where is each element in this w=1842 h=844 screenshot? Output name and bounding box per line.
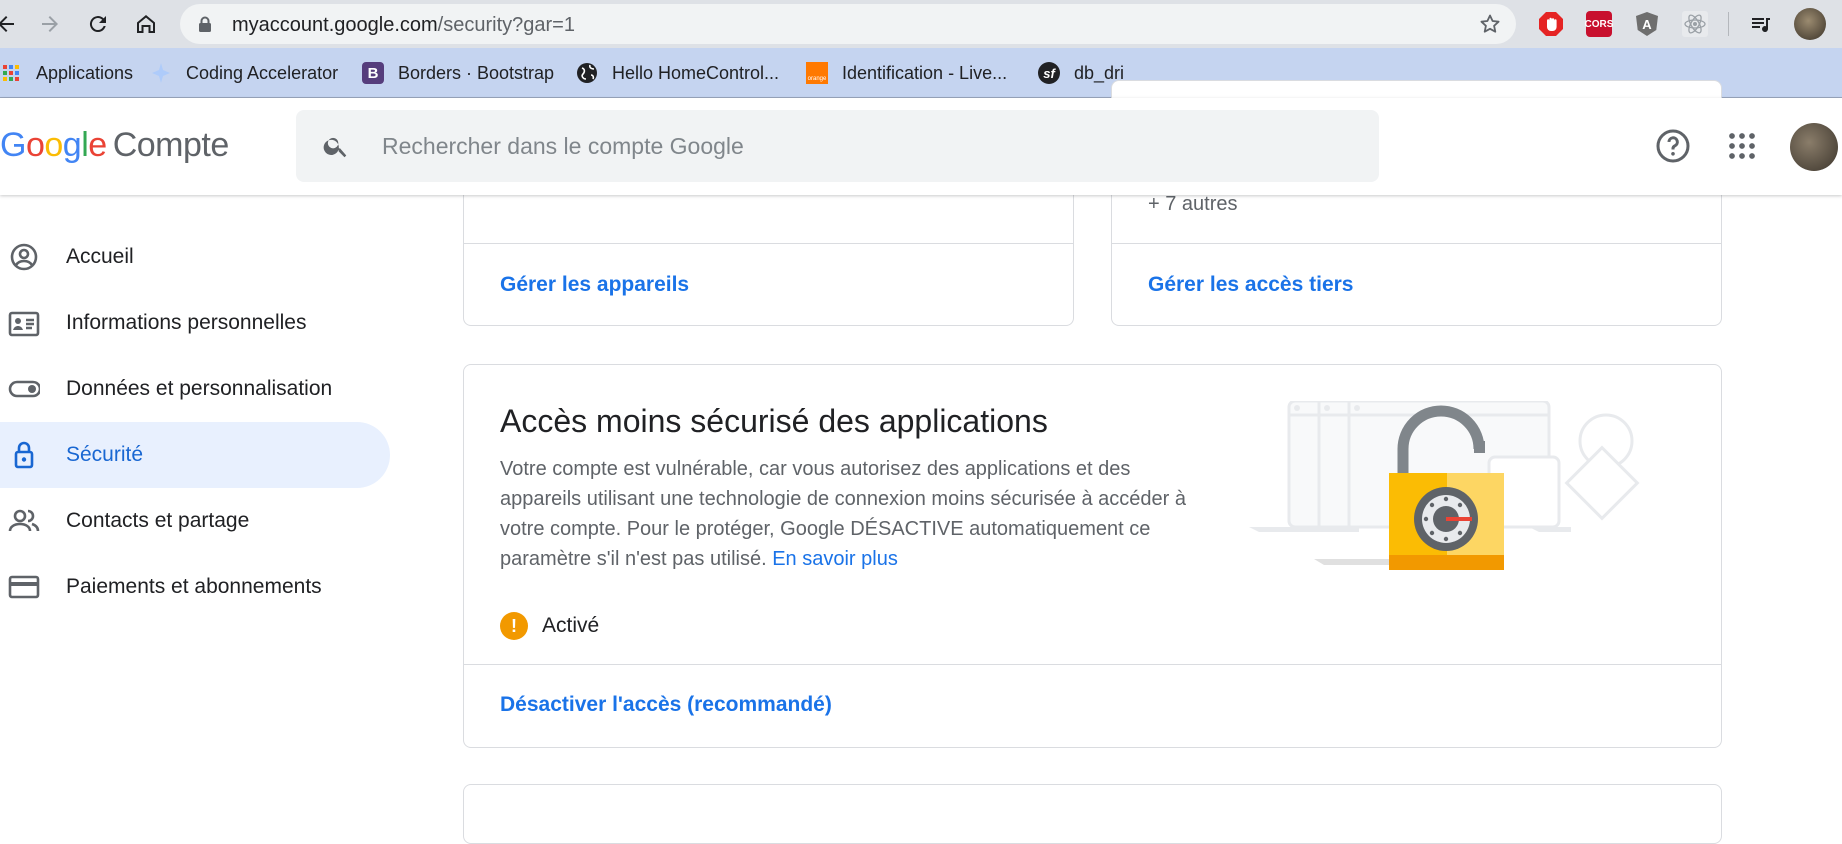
sidebar-item-contacts-partage[interactable]: Contacts et partage bbox=[0, 488, 390, 554]
bookmark-label: Identification - Live... bbox=[842, 62, 1008, 83]
url-text: myaccount.google.com/security?gar=1 bbox=[232, 14, 575, 37]
bookmark-bootstrap[interactable]: B Borders · Bootstrap bbox=[362, 60, 554, 86]
sidebar-item-paiements-abonnements[interactable]: Paiements et abonnements bbox=[0, 554, 390, 620]
bootstrap-icon: B bbox=[362, 62, 384, 84]
toggle-icon bbox=[8, 380, 40, 398]
next-card bbox=[463, 784, 1722, 844]
card-description: Votre compte est vulnérable, car vous au… bbox=[500, 454, 1190, 574]
disable-access-button[interactable]: Désactiver l'accès (recommandé) bbox=[500, 693, 832, 717]
apps-grid-icon bbox=[0, 62, 22, 84]
credit-card-icon bbox=[8, 575, 40, 599]
id-card-icon bbox=[8, 311, 40, 337]
sparkle-icon bbox=[150, 62, 172, 84]
status-label: Activé bbox=[542, 614, 600, 637]
bookmark-coding-accelerator[interactable]: Coding Accelerator bbox=[150, 60, 338, 86]
warning-icon: ! bbox=[500, 612, 528, 640]
account-header: Google Compte bbox=[0, 98, 1842, 195]
browser-profile-avatar[interactable] bbox=[1794, 8, 1826, 40]
unlocked-padlock-illustration bbox=[1249, 401, 1640, 570]
media-queue-icon[interactable] bbox=[1748, 11, 1774, 37]
sidebar-item-accueil[interactable]: Accueil bbox=[0, 224, 390, 290]
less-secure-apps-card: Accès moins sécurisé des applications Vo… bbox=[463, 364, 1722, 748]
help-icon[interactable] bbox=[1655, 128, 1691, 164]
bookmark-label: Hello HomeControl... bbox=[612, 62, 780, 83]
url-host: myaccount.google.com bbox=[232, 14, 438, 36]
browser-toolbar: myaccount.google.com/security?gar=1 CORS… bbox=[0, 0, 1842, 48]
learn-more-link[interactable]: En savoir plus bbox=[772, 548, 898, 570]
arrow-back-icon bbox=[0, 16, 14, 32]
logo-product-name: Compte bbox=[112, 126, 230, 164]
account-search-box[interactable] bbox=[296, 110, 1379, 182]
back-button[interactable] bbox=[0, 8, 22, 40]
search-input[interactable] bbox=[382, 110, 1342, 182]
manage-devices-link[interactable]: Gérer les appareils bbox=[500, 273, 689, 297]
card-divider bbox=[464, 664, 1721, 665]
sidebar-item-label: Informations personnelles bbox=[66, 311, 307, 334]
toolbar-separator bbox=[1728, 12, 1729, 36]
bookmark-homecontrol[interactable]: Hello HomeControl... bbox=[576, 60, 779, 86]
sidebar-item-label: Sécurité bbox=[66, 443, 144, 466]
cors-extension-icon[interactable]: CORS bbox=[1585, 11, 1613, 37]
sidebar-item-informations-personnelles[interactable]: Informations personnelles bbox=[0, 290, 390, 356]
url-path: /security?gar=1 bbox=[437, 14, 575, 36]
lock-icon bbox=[199, 16, 211, 32]
arrow-forward-icon bbox=[42, 16, 58, 32]
react-extension-icon[interactable] bbox=[1682, 11, 1708, 37]
symfony-icon: sf bbox=[1038, 62, 1060, 84]
bookmark-identification[interactable]: orange Identification - Live... bbox=[806, 60, 1007, 86]
search-icon[interactable] bbox=[322, 132, 350, 160]
adblock-extension-icon[interactable] bbox=[1538, 11, 1564, 37]
manage-third-party-access-link[interactable]: Gérer les accès tiers bbox=[1148, 273, 1354, 297]
reload-button[interactable] bbox=[82, 8, 114, 40]
account-circle-icon bbox=[10, 243, 38, 271]
sidebar-item-label: Accueil bbox=[66, 245, 134, 268]
sidebar-item-label: Contacts et partage bbox=[66, 509, 250, 532]
globe-icon bbox=[576, 62, 598, 84]
people-icon bbox=[8, 509, 40, 532]
bookmark-star-icon[interactable] bbox=[1478, 12, 1502, 36]
google-account-logo[interactable]: Google Compte bbox=[0, 126, 229, 165]
third-party-more-count: + 7 autres bbox=[1148, 193, 1238, 215]
access-status: ! Activé bbox=[500, 611, 599, 641]
bookmark-label: Borders · Bootstrap bbox=[398, 62, 555, 83]
bookmark-applications[interactable]: Applications bbox=[0, 60, 133, 86]
bookmark-label: Coding Accelerator bbox=[186, 62, 339, 83]
bookmark-db-dri[interactable]: sf db_dri bbox=[1038, 60, 1124, 86]
svg-text:A: A bbox=[1642, 17, 1652, 32]
sidebar-item-donnees-personnalisation[interactable]: Données et personnalisation bbox=[0, 356, 390, 422]
home-button[interactable] bbox=[130, 8, 162, 40]
card-title: Accès moins sécurisé des applications bbox=[500, 403, 1048, 439]
card-divider bbox=[464, 243, 1073, 244]
google-wordmark: Google bbox=[0, 126, 107, 164]
google-apps-icon[interactable] bbox=[1727, 131, 1757, 161]
bookmark-label: Applications bbox=[36, 62, 134, 83]
reload-icon bbox=[89, 16, 106, 33]
lock-icon bbox=[14, 441, 34, 469]
address-bar[interactable]: myaccount.google.com/security?gar=1 bbox=[180, 4, 1516, 44]
orange-icon: orange bbox=[806, 62, 828, 84]
sidebar-item-label: Données et personnalisation bbox=[66, 377, 333, 400]
sidebar-item-securite[interactable]: Sécurité bbox=[0, 422, 390, 488]
forward-button[interactable] bbox=[34, 8, 66, 40]
home-icon bbox=[137, 15, 155, 33]
account-avatar[interactable] bbox=[1790, 123, 1838, 171]
sidebar-item-label: Paiements et abonnements bbox=[66, 575, 322, 598]
card-divider bbox=[1112, 243, 1721, 244]
angular-extension-icon[interactable]: A bbox=[1634, 11, 1660, 37]
